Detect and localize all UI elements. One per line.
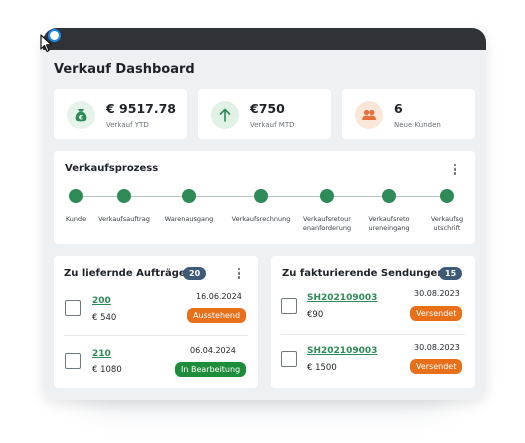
count-badge: 20 <box>183 267 207 280</box>
kpi-card-sales-ytd[interactable]: € € 9517.78 Verkauf YTD <box>54 89 187 139</box>
shipment-id-link[interactable]: SH202109003 <box>307 346 377 356</box>
shipment-date: 30.08.2023 <box>414 289 460 298</box>
count-badge: 15 <box>439 267 463 280</box>
row-checkbox[interactable] <box>281 298 297 314</box>
process-step-label: Verkaufsrechnung <box>231 215 291 223</box>
status-badge: Versendet <box>410 359 463 374</box>
more-options-icon[interactable] <box>237 268 241 282</box>
arrow-up-icon <box>211 101 239 129</box>
kpi-label: Verkauf MTD <box>250 121 295 129</box>
shipment-id-link[interactable]: SH202109003 <box>307 293 377 303</box>
kpi-card-new-customers[interactable]: 6 Neue Kunden <box>342 89 475 139</box>
kpi-label: Verkauf YTD <box>106 121 149 129</box>
order-id-link[interactable]: 210 <box>92 349 111 359</box>
order-date: 16.06.2024 <box>196 292 242 301</box>
row-divider <box>64 335 248 336</box>
kpi-value: 6 <box>394 101 403 116</box>
more-options-icon[interactable] <box>453 164 457 178</box>
shipment-amount: € 1500 <box>307 363 337 373</box>
process-step-dot[interactable] <box>440 189 454 203</box>
process-step-label: Verkaufsretour enanforderung <box>302 215 352 232</box>
dashboard-window: Verkauf Dashboard € € 9517.78 Verkauf YT… <box>43 28 486 400</box>
status-badge: Versendet <box>410 306 463 321</box>
orders-to-deliver-card: Zu liefernde Aufträge 20 200 € 540 16.06… <box>54 256 258 388</box>
shipment-amount: €90 <box>307 310 324 320</box>
status-badge: Ausstehend <box>187 308 247 323</box>
process-step-dot[interactable] <box>320 189 334 203</box>
row-checkbox[interactable] <box>65 353 81 369</box>
sales-process-card: Verkaufsprozess Kunde Verkaufsauftrag Wa… <box>54 151 475 244</box>
row-checkbox[interactable] <box>65 300 81 316</box>
section-title: Verkaufsprozess <box>65 163 159 174</box>
section-title: Zu fakturierende Sendungen <box>282 268 445 279</box>
users-icon <box>355 101 383 129</box>
process-step-dot[interactable] <box>254 189 268 203</box>
kpi-value: € 9517.78 <box>106 101 176 116</box>
money-bag-icon: € <box>67 101 95 129</box>
process-step-dot[interactable] <box>382 189 396 203</box>
order-amount: € 540 <box>92 313 117 323</box>
process-step-dot[interactable] <box>69 189 83 203</box>
mouse-cursor-icon <box>40 34 53 53</box>
section-title: Zu liefernde Aufträge <box>64 268 186 279</box>
kpi-label: Neue Kunden <box>394 121 441 129</box>
shipments-to-invoice-card: Zu fakturierende Sendungen 15 SH20210900… <box>271 256 475 388</box>
order-id-link[interactable]: 200 <box>92 296 111 306</box>
kpi-value: €750 <box>250 101 285 116</box>
process-step-label: Warenausgang <box>164 215 214 223</box>
process-step-label: Verkaufsreto ureneingang <box>368 215 410 232</box>
process-step-dot[interactable] <box>117 189 131 203</box>
status-badge: In Bearbeitung <box>175 362 247 377</box>
window-title-bar <box>43 28 486 50</box>
shipment-date: 30.08.2023 <box>414 343 460 352</box>
row-checkbox[interactable] <box>281 351 297 367</box>
order-amount: € 1080 <box>92 365 122 375</box>
row-divider <box>281 334 465 335</box>
svg-text:€: € <box>78 114 83 121</box>
process-step-label: Verkaufsg utschrift <box>430 215 464 232</box>
order-date: 06.04.2024 <box>190 346 236 355</box>
kpi-card-sales-mtd[interactable]: €750 Verkauf MTD <box>198 89 331 139</box>
process-step-label: Verkaufsauftrag <box>98 215 150 223</box>
process-step-dot[interactable] <box>182 189 196 203</box>
page-title: Verkauf Dashboard <box>54 62 195 77</box>
